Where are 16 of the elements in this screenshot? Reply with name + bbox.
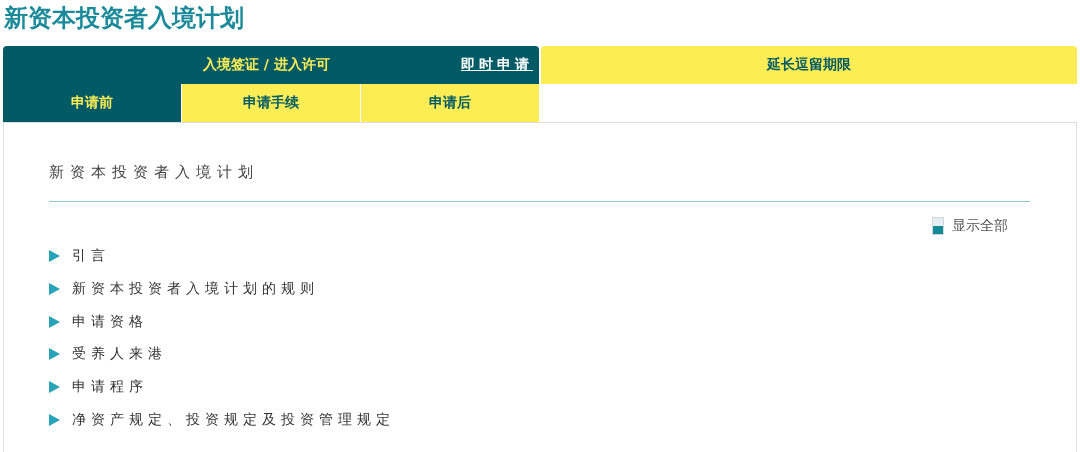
- apply-link[interactable]: 即时申请: [461, 56, 533, 74]
- tab[interactable]: 延长逗留期限: [541, 46, 1077, 84]
- tab[interactable]: 申请手续: [181, 84, 360, 122]
- expandable-item[interactable]: 受养人来港: [49, 338, 1030, 371]
- tab[interactable]: 申请后: [360, 84, 539, 122]
- show-all-toggle[interactable]: 显示全部: [932, 212, 1008, 240]
- expandable-item[interactable]: 引言: [49, 240, 1030, 273]
- show-all-label: 显示全部: [952, 217, 1008, 235]
- section-heading: 新资本投资者入境计划: [49, 162, 260, 183]
- expandable-item[interactable]: 净资产规定、投资规定及投资管理规定: [49, 403, 1030, 437]
- page-title: 新资本投资者入境计划: [3, 3, 245, 34]
- expandable-item[interactable]: 申请程序: [49, 370, 1030, 404]
- tab[interactable]: 入境签证 / 进入许可 即时申请: [3, 46, 539, 84]
- expandable-item[interactable]: 申请资格: [49, 305, 1030, 339]
- tab-label: 入境签证 / 进入许可: [203, 56, 330, 74]
- expandable-item[interactable]: 新资本投资者入境计划的规则: [49, 272, 1030, 306]
